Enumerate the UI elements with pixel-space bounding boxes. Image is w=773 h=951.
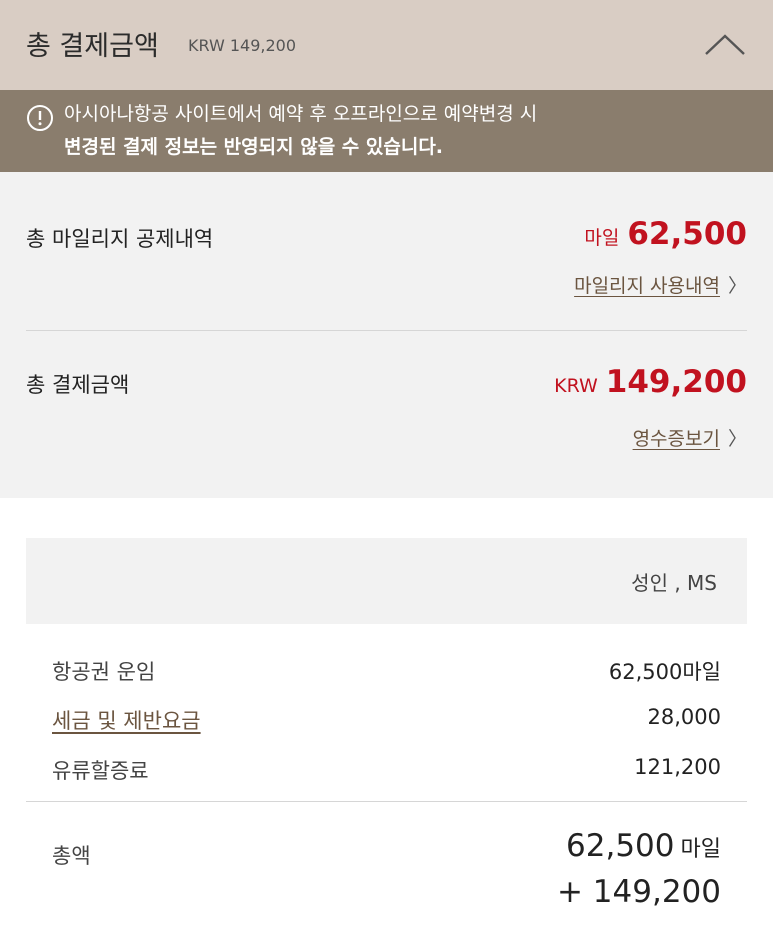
info-circle-icon [27, 105, 53, 131]
tax-fees-link[interactable]: 세금 및 제반요금 [52, 705, 201, 735]
tax-fees-value: 28,000 [647, 705, 721, 729]
mileage-value: 62,500 [627, 216, 747, 252]
notice-banner: 아시아나항공 사이트에서 예약 후 오프라인으로 예약변경 시 변경된 결제 정… [0, 90, 773, 172]
total-mileage: 62,500 마일 [566, 828, 721, 864]
total-payment-amount: KRW 149,200 [554, 364, 747, 400]
receipt-label: 영수증보기 [632, 428, 720, 450]
total-mileage-value: 62,500 [566, 828, 675, 864]
mileage-history-label: 마일리지 사용내역 [574, 275, 720, 297]
notice-line-2: 변경된 결제 정보는 반영되지 않을 수 있습니다. [64, 136, 444, 158]
payment-header[interactable]: 총 결제금액 KRW 149,200 [0, 0, 773, 90]
fare-row-value: 62,500마일 [608, 660, 721, 684]
chevron-up-icon[interactable] [703, 30, 747, 58]
payment-summary: 총 마일리지 공제내역 마일 62,500 마일리지 사용내역 〉 총 결제금액 K… [0, 172, 773, 498]
fuel-surcharge-label: 유류할증료 [52, 759, 149, 783]
receipt-link[interactable]: 영수증보기 〉 [633, 424, 747, 451]
notice-line-1: 아시아나항공 사이트에서 예약 후 오프라인으로 예약변경 시 [64, 103, 538, 125]
fare-row-label: 항공권 운임 [52, 660, 156, 684]
chevron-right-icon: 〉 [727, 428, 747, 450]
mileage-deduction-label: 총 마일리지 공제내역 [26, 227, 214, 251]
total-label: 총액 [52, 844, 91, 868]
payment-value: 149,200 [605, 364, 747, 400]
passenger-header: 성인 , MS [26, 538, 747, 624]
payment-currency: KRW [554, 375, 598, 397]
header-total-amount: KRW 149,200 [188, 36, 297, 55]
fuel-surcharge-value: 121,200 [634, 755, 721, 779]
mileage-unit: 마일 [584, 227, 620, 249]
total-krw-value: + 149,200 [556, 874, 721, 910]
total-divider [26, 801, 747, 802]
mileage-deduction-amount: 마일 62,500 [584, 216, 747, 252]
total-payment-label: 총 결제금액 [26, 373, 130, 397]
header-title: 총 결제금액 [26, 31, 159, 62]
chevron-right-icon: 〉 [727, 275, 747, 297]
mileage-history-link[interactable]: 마일리지 사용내역 〉 [574, 271, 747, 298]
summary-divider [26, 330, 747, 331]
total-mileage-unit: 마일 [680, 837, 721, 862]
passenger-type: 성인 , MS [631, 571, 717, 595]
